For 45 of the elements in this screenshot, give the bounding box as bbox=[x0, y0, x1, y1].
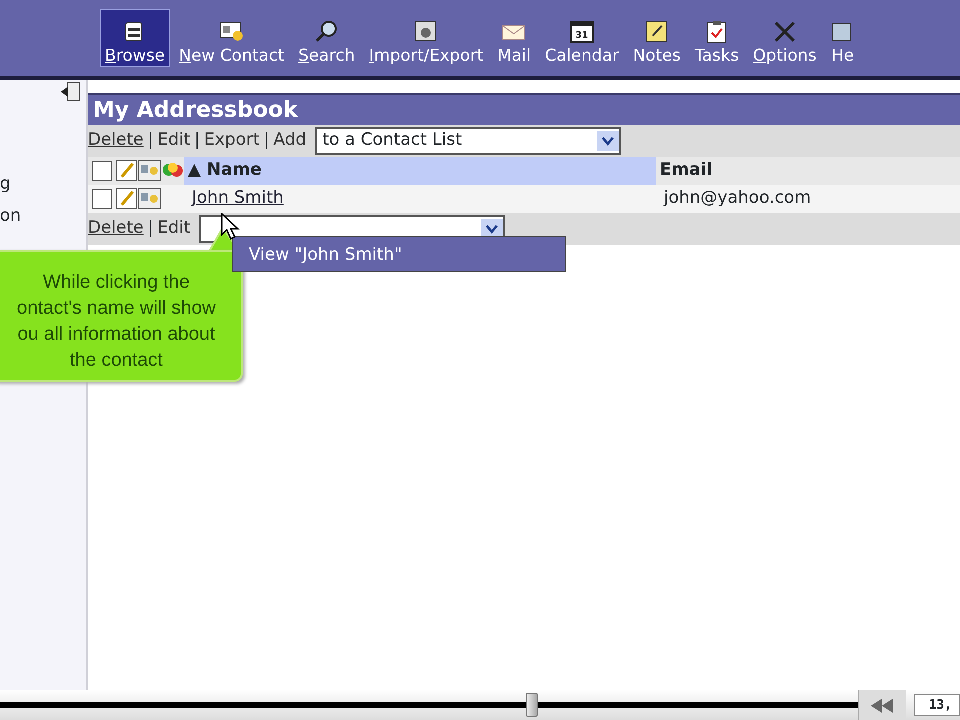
action-link[interactable]: Edit bbox=[158, 216, 191, 242]
sidebar-item[interactable]: on bbox=[0, 200, 86, 232]
clipboard-icon bbox=[705, 20, 730, 44]
seek-thumb[interactable] bbox=[526, 693, 538, 717]
toolbar-button[interactable]: Browse bbox=[100, 9, 170, 67]
contact-card-icon bbox=[138, 160, 162, 182]
toolbar-button[interactable]: Notes bbox=[628, 9, 686, 67]
calendar-icon: 31 bbox=[570, 20, 594, 44]
toolbar-button[interactable]: He bbox=[826, 9, 860, 67]
toolbar-button[interactable]: 31 Calendar bbox=[540, 9, 624, 67]
edit-icon bbox=[116, 188, 138, 210]
edit-icon bbox=[116, 160, 138, 182]
rewind-button[interactable] bbox=[858, 690, 906, 720]
separator: | bbox=[262, 129, 271, 152]
menu-item[interactable]: View "John Smith" bbox=[249, 243, 565, 268]
separator: | bbox=[194, 129, 202, 152]
toolbar-button[interactable]: Import/Export bbox=[364, 9, 489, 67]
separator: | bbox=[146, 129, 155, 152]
toolbar-button[interactable]: Mail bbox=[492, 9, 536, 67]
action-link[interactable]: Add bbox=[274, 128, 307, 154]
sidebar-item[interactable]: g bbox=[0, 168, 86, 200]
checkbox[interactable] bbox=[92, 161, 112, 181]
column-header[interactable]: Email bbox=[656, 157, 960, 185]
page-title: My Addressbook bbox=[88, 93, 960, 125]
toolbar-button[interactable]: New Contact bbox=[174, 9, 290, 67]
action-link[interactable]: Delete bbox=[88, 128, 144, 154]
contact-name-link[interactable]: John Smith bbox=[192, 186, 284, 212]
column-header[interactable]: ▲ Name bbox=[184, 157, 656, 185]
contact-list-dropdown[interactable]: to a Contact List bbox=[314, 127, 621, 155]
checkbox[interactable] bbox=[92, 189, 112, 209]
action-link[interactable]: Export bbox=[204, 128, 260, 154]
rewind-icon bbox=[870, 698, 894, 714]
email-cell-text: john@yahoo.com bbox=[662, 187, 812, 210]
search-icon bbox=[314, 20, 339, 44]
note-icon bbox=[645, 20, 670, 44]
action-link[interactable]: Edit bbox=[158, 128, 191, 154]
time-field: 13, bbox=[914, 694, 960, 716]
toolbar-button[interactable]: Search bbox=[294, 9, 360, 67]
toolbar-button[interactable]: Options bbox=[748, 9, 822, 67]
action-link[interactable]: Delete bbox=[88, 216, 144, 242]
chevron-down-icon bbox=[596, 131, 619, 151]
callout-text: While clicking the ontact's name will show ou all information about the contact bbox=[0, 250, 243, 382]
toolbar-button[interactable]: Tasks bbox=[690, 9, 744, 67]
contact-card-icon bbox=[138, 188, 162, 210]
separator: | bbox=[146, 217, 155, 240]
